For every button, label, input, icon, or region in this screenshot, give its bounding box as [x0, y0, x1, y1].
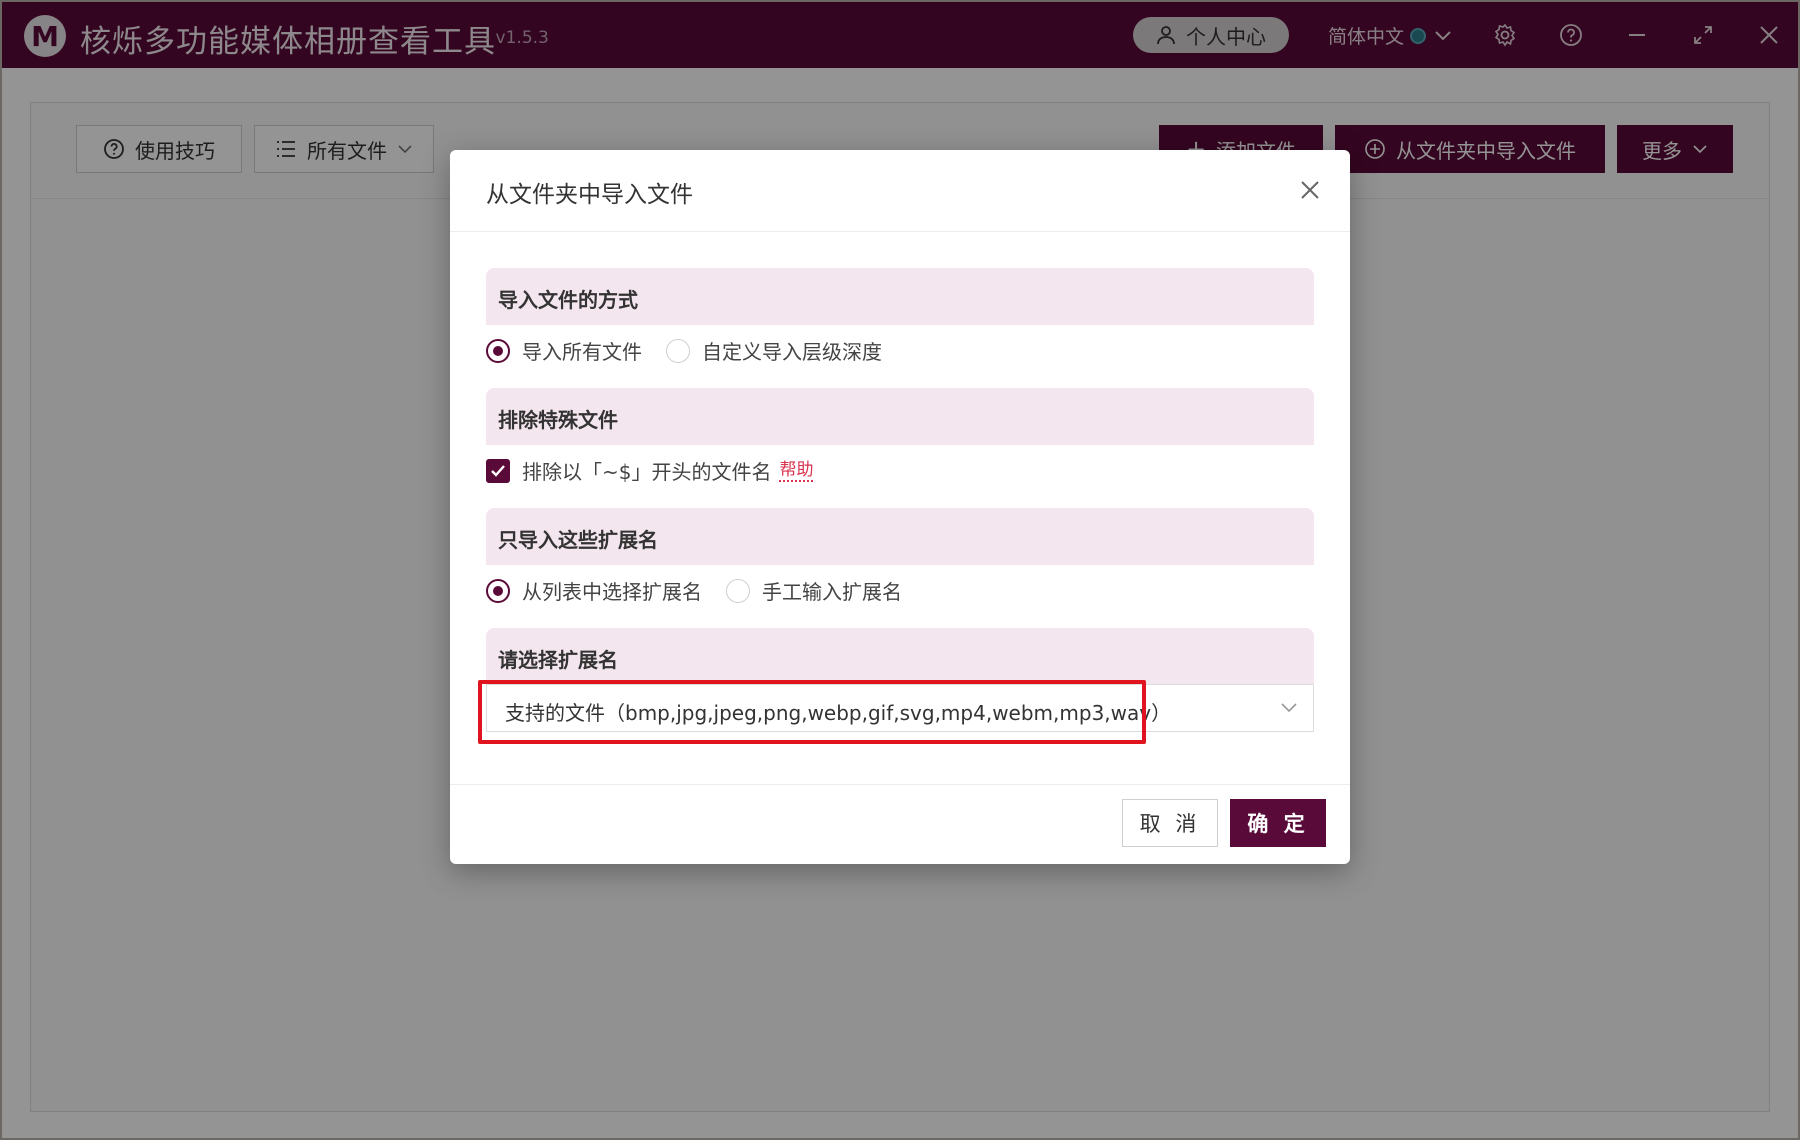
exclude-checkbox[interactable]	[486, 458, 510, 483]
dialog-close-button[interactable]	[1296, 176, 1324, 204]
chevron-down-icon	[1281, 703, 1297, 713]
extension-select-value: 支持的文件（bmp,jpg,jpeg,png,webp,gif,svg,mp4,…	[505, 701, 1172, 725]
radio-import-all-label[interactable]: 导入所有文件	[522, 336, 642, 365]
cancel-button[interactable]: 取 消	[1122, 799, 1218, 847]
import-folder-dialog: 从文件夹中导入文件 导入文件的方式 导入所有文件 自定义导入层级深度 排除特殊文…	[450, 150, 1350, 864]
dialog-footer: 取 消 确 定	[450, 784, 1350, 864]
checkmark-icon	[491, 464, 505, 477]
radio-manual-input[interactable]	[726, 578, 750, 603]
help-link[interactable]: 帮助	[779, 460, 814, 482]
close-icon	[1301, 181, 1319, 199]
confirm-button[interactable]: 确 定	[1230, 799, 1326, 847]
ext-mode-options: 从列表中选择扩展名 手工输入扩展名	[486, 576, 902, 605]
radio-select-from-list[interactable]	[486, 578, 510, 603]
import-mode-options: 导入所有文件 自定义导入层级深度	[486, 336, 882, 365]
radio-custom-depth-label[interactable]: 自定义导入层级深度	[702, 336, 882, 365]
extension-select[interactable]: 支持的文件（bmp,jpg,jpeg,png,webp,gif,svg,mp4,…	[486, 684, 1314, 732]
import-mode-heading: 导入文件的方式	[486, 268, 1314, 325]
radio-select-from-list-label[interactable]: 从列表中选择扩展名	[522, 576, 702, 605]
dialog-title: 从文件夹中导入文件	[486, 182, 693, 208]
exclude-heading: 排除特殊文件	[486, 388, 1314, 445]
exclude-checkbox-label[interactable]: 排除以「~$」开头的文件名	[522, 456, 771, 485]
dialog-header: 从文件夹中导入文件	[450, 150, 1350, 232]
ext-select-heading: 请选择扩展名	[486, 628, 1314, 685]
radio-custom-depth[interactable]	[666, 338, 690, 363]
exclude-options: 排除以「~$」开头的文件名 帮助	[486, 456, 814, 485]
ext-mode-heading: 只导入这些扩展名	[486, 508, 1314, 565]
radio-manual-input-label[interactable]: 手工输入扩展名	[762, 576, 902, 605]
radio-import-all[interactable]	[486, 338, 510, 363]
